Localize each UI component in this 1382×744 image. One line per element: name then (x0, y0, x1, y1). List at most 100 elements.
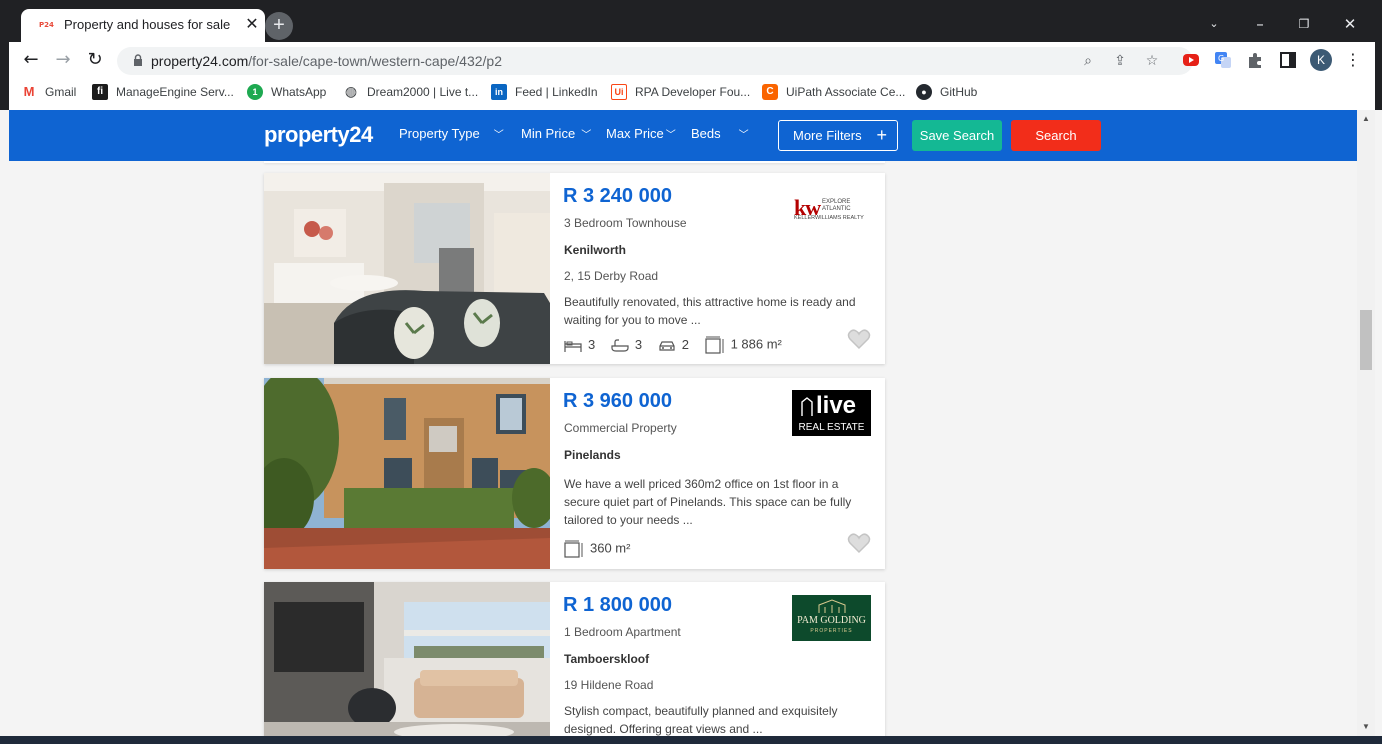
scroll-down-arrow-icon[interactable]: ▼ (1357, 720, 1375, 734)
save-search-button[interactable]: Save Search (912, 120, 1002, 151)
bath-icon (611, 339, 629, 352)
bathrooms-feature: 3 (611, 337, 642, 353)
scroll-up-arrow-icon[interactable]: ▲ (1357, 112, 1375, 126)
agency-subtitle: PROPERTIES (810, 628, 853, 634)
forward-icon[interactable]: → (51, 48, 75, 72)
listing-description: Stylish compact, beautifully planned and… (564, 704, 838, 736)
listing-card[interactable]: R 3 960 000 Commercial Property Pineland… (264, 378, 885, 569)
live-house-icon (801, 397, 813, 416)
extensions-puzzle-icon[interactable] (1246, 51, 1264, 69)
translate-extension-icon[interactable]: G (1214, 51, 1232, 69)
browser-toolbar: ← → ↻ property24.com/for-sale/cape-town/… (9, 42, 1375, 78)
bookmark-label: GitHub (940, 85, 978, 99)
bookmark-rpa-developer[interactable]: Ui RPA Developer Fou... (611, 84, 750, 104)
nav-max-price[interactable]: Max Price ﹀ (606, 126, 676, 141)
listing-card[interactable]: R 1 800 000 1 Bedroom Apartment Tamboers… (264, 582, 885, 736)
bookmark-dream2000[interactable]: ◍ Dream2000 | Live t... (343, 84, 478, 104)
listing-photo[interactable] (264, 173, 550, 364)
close-tab-icon[interactable]: ✕ (241, 14, 263, 36)
more-filters-button[interactable]: More Filters + (778, 120, 898, 151)
listing-type: Commercial Property (564, 421, 677, 435)
nav-beds[interactable]: Beds ﹀ (691, 126, 749, 141)
chevron-down-icon: ﹀ (665, 130, 676, 141)
browser-tab[interactable]: P24 Property and houses for sale in C ✕ (21, 9, 265, 42)
side-panel-icon[interactable] (1279, 51, 1297, 69)
bookmark-gmail[interactable]: M Gmail (21, 84, 77, 104)
size-feature: 360 m² (564, 540, 630, 558)
back-icon[interactable]: ← (19, 48, 43, 72)
bookmark-github[interactable]: ● GitHub (916, 84, 977, 104)
bookmark-label: Dream2000 | Live t... (367, 85, 479, 99)
tab-search-icon[interactable]: ⌄ (1192, 9, 1236, 39)
nav-label: Max Price (606, 126, 664, 141)
uipath-icon: Ui (611, 84, 627, 100)
parking-count: 2 (681, 337, 689, 353)
live-mark: live (816, 392, 857, 419)
youtube-extension-icon[interactable] (1182, 51, 1200, 69)
listing-suburb: Tamboerskloof (564, 652, 650, 666)
share-icon[interactable]: ⇪ (1109, 50, 1131, 72)
bookmark-manageengine[interactable]: ﬁ ManageEngine Serv... (92, 84, 234, 104)
nav-property-type[interactable]: Property Type ﹀ (399, 126, 504, 141)
size-value: 1 886 m² (730, 336, 782, 352)
browser-chrome: P24 Property and houses for sale in C ✕ … (0, 0, 1382, 111)
close-window-button[interactable]: ✕ (1328, 9, 1372, 39)
bookmark-label: Gmail (45, 85, 77, 99)
agency-name: PAM GOLDING (797, 615, 866, 626)
minimize-button[interactable]: – (1238, 9, 1282, 39)
agency-line1: EXPLORE (822, 199, 851, 205)
chevron-down-icon: ﹀ (738, 130, 749, 141)
listing-type: 1 Bedroom Apartment (564, 625, 681, 639)
property24-logo[interactable]: property24 (264, 122, 373, 148)
listing-photo[interactable] (264, 378, 550, 569)
bookmark-linkedin[interactable]: in Feed | LinkedIn (491, 84, 598, 104)
listing-photo[interactable] (264, 582, 550, 736)
url-host: property24.com (151, 53, 249, 69)
tab-strip: P24 Property and houses for sale in C ✕ … (9, 9, 1375, 42)
bookmark-uipath-associate[interactable]: C UiPath Associate Ce... (762, 84, 905, 104)
agency-logo-pam-golding[interactable]: PAM GOLDING PROPERTIES (792, 595, 871, 641)
favourite-heart-icon[interactable] (847, 328, 871, 350)
search-button[interactable]: Search (1011, 120, 1101, 151)
restore-button[interactable]: ❐ (1282, 9, 1326, 39)
chevron-down-icon: ﹀ (493, 130, 504, 141)
agency-logo-live-real-estate[interactable]: live REAL ESTATE (792, 390, 871, 436)
bedrooms-feature: 3 (564, 337, 595, 353)
bookmark-whatsapp[interactable]: 1 WhatsApp (247, 84, 326, 104)
brick-office-building-image (264, 378, 550, 569)
nav-label: Property Type (399, 126, 480, 141)
scrollbar-thumb[interactable] (1360, 310, 1372, 370)
agency-logo-keller-williams[interactable]: kw EXPLORE ATLANTIC KELLERWILLIAMS REALTY (792, 187, 872, 233)
bookmark-star-icon[interactable]: ☆ (1141, 50, 1163, 72)
profile-avatar[interactable]: K (1310, 49, 1332, 71)
parking-feature: 2 (658, 337, 689, 353)
page-scrollbar[interactable]: ▲ ▼ (1357, 110, 1375, 736)
coursera-icon: C (762, 84, 778, 100)
svg-text:G: G (1218, 54, 1224, 63)
linkedin-icon: in (491, 84, 507, 100)
globe-icon: ◍ (344, 84, 358, 100)
address-bar[interactable]: property24.com/for-sale/cape-town/wester… (117, 47, 1193, 75)
reload-icon[interactable]: ↻ (83, 48, 107, 72)
bookmark-label: UiPath Associate Ce... (786, 85, 906, 99)
agency-subtitle: REAL ESTATE (798, 422, 865, 433)
menu-kebab-icon[interactable]: ⋮ (1341, 48, 1365, 72)
listing-price: R 3 240 000 (563, 185, 672, 207)
p24-favicon-icon: P24 (39, 21, 54, 29)
listing-address: 2, 15 Derby Road (564, 269, 659, 283)
lock-icon (134, 54, 142, 66)
whatsapp-icon: 1 (247, 84, 263, 100)
new-tab-button[interactable]: + (265, 12, 293, 40)
bookmark-label: ManageEngine Serv... (116, 85, 234, 99)
zoom-icon[interactable]: ⌕ (1077, 50, 1099, 72)
tab-title: Property and houses for sale in C (64, 17, 234, 32)
bed-icon (564, 340, 582, 352)
gmail-icon: M (23, 84, 35, 99)
favourite-heart-icon[interactable] (847, 532, 871, 554)
nav-min-price[interactable]: Min Price ﹀ (521, 126, 591, 141)
url-path: /for-sale/cape-town/western-cape/432/p2 (248, 53, 502, 69)
listing-address: 19 Hildene Road (564, 678, 654, 692)
more-filters-label: More Filters (793, 128, 862, 143)
listing-card[interactable]: R 3 240 000 3 Bedroom Townhouse Kenilwor… (264, 173, 885, 364)
page-viewport: property24 Property Type ﹀ Min Price ﹀ Max… (9, 110, 1357, 736)
